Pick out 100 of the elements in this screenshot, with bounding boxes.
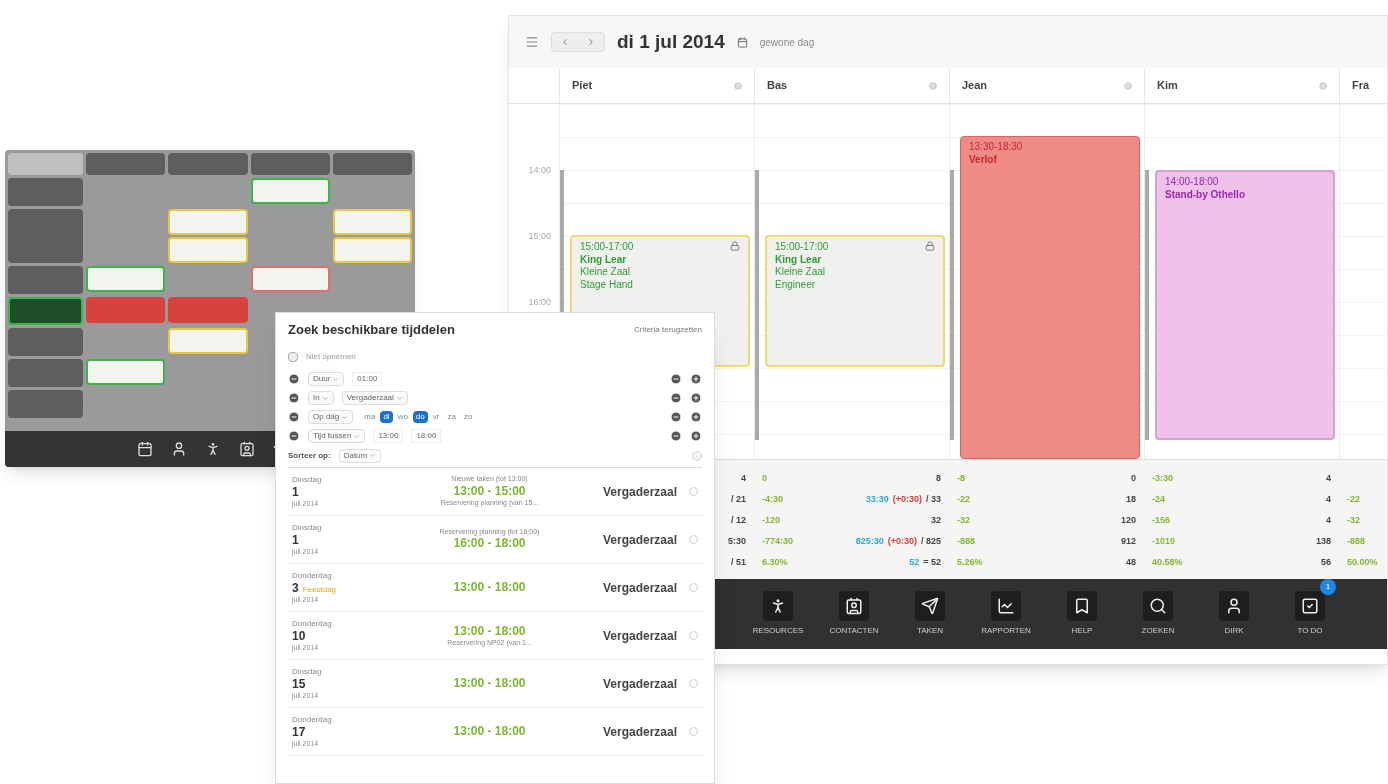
stat-total: 4 [1326, 493, 1331, 506]
day-toggle[interactable]: vr [429, 411, 443, 423]
event-time: 14:00-18:00 [1165, 176, 1220, 189]
select-field[interactable]: Tijd tussen [308, 429, 366, 443]
slot-time: 13:00 - 18:00 [453, 623, 526, 639]
radio-button[interactable] [689, 583, 698, 592]
remove-icon[interactable] [288, 373, 300, 385]
radio-button[interactable] [689, 679, 698, 688]
info-icon[interactable] [692, 450, 702, 461]
radio-button[interactable] [689, 535, 698, 544]
event-title: Verlof [969, 153, 998, 166]
select-field[interactable]: In [308, 391, 334, 405]
toolbar-icon[interactable] [205, 441, 221, 457]
toolbar-button[interactable]: TAKEN [896, 579, 964, 637]
day-toggle[interactable]: do [412, 411, 428, 423]
remove-icon[interactable] [288, 411, 300, 423]
chevron-right-icon [586, 37, 596, 47]
add-icon[interactable] [690, 392, 702, 404]
toolbar-icon [991, 591, 1021, 621]
checkbox[interactable] [288, 352, 298, 362]
date-title: di 1 jul 2014 [617, 29, 725, 54]
remove-icon[interactable] [288, 392, 300, 404]
day-number: 10 [292, 628, 306, 644]
remove-icon[interactable] [670, 392, 682, 404]
toolbar-icon [1295, 591, 1325, 621]
toolbar-icon [763, 591, 793, 621]
toolbar-icon [1067, 591, 1097, 621]
remove-icon[interactable] [670, 430, 682, 442]
add-icon[interactable] [690, 411, 702, 423]
toolbar-button[interactable]: TO DO 1 [1276, 579, 1344, 637]
radio-button[interactable] [689, 487, 698, 496]
toolbar-icon[interactable] [239, 441, 255, 457]
event-card[interactable] [168, 209, 248, 235]
room-name: Vergaderzaal [601, 627, 677, 645]
event-card[interactable] [332, 209, 412, 235]
toolbar-button[interactable]: DIRK [1200, 579, 1268, 637]
stat-value: -1010 [1152, 535, 1176, 548]
toolbar-icon[interactable] [137, 441, 153, 457]
event-card[interactable] [86, 359, 166, 385]
stat-value: -32 [1347, 514, 1360, 527]
event-card[interactable]: 15:00-17:00 King Lear Kleine Zaal Engineer [765, 235, 945, 367]
remove-icon[interactable] [670, 411, 682, 423]
add-icon[interactable] [690, 430, 702, 442]
toolbar-button[interactable]: RESOURCES [744, 579, 812, 637]
stat-value: 40.58% [1152, 556, 1183, 569]
stat-total: 32 [931, 514, 941, 527]
caret-icon [332, 375, 340, 383]
stat-total: 52 [909, 556, 920, 569]
day-toggle[interactable]: wo [394, 411, 411, 423]
value-field[interactable]: 01:00 [352, 372, 383, 386]
add-icon[interactable] [690, 373, 702, 385]
time-field[interactable]: 18:00 [411, 429, 442, 443]
day-label[interactable] [8, 297, 83, 325]
radio-button[interactable] [689, 631, 698, 640]
caret-icon [369, 452, 377, 459]
toolbar-button[interactable]: HELP [1048, 579, 1116, 637]
day-toggle[interactable]: di [380, 411, 393, 423]
event-card[interactable] [332, 237, 412, 263]
select-field[interactable]: Op dag [308, 410, 354, 424]
event-card[interactable] [168, 237, 248, 263]
weekday: Dinsdag [292, 522, 323, 533]
remove-icon[interactable] [670, 373, 682, 385]
calendar-icon[interactable] [736, 36, 748, 48]
remove-icon[interactable] [288, 430, 300, 442]
time-field[interactable]: 13:00 [373, 429, 404, 443]
toolbar-button[interactable]: CONTACTEN [820, 579, 888, 637]
day-number: 1 [292, 484, 299, 500]
stat-total: 4 [1326, 472, 1331, 485]
dialog-title: Zoek beschikbare tijddelen [288, 321, 455, 340]
stat-value: -3:30 [1152, 472, 1173, 485]
stat-total: / 825 [920, 535, 941, 548]
caret-icon [321, 394, 329, 402]
event-card[interactable] [250, 178, 330, 204]
select-field[interactable]: Vergaderzaal [341, 391, 408, 405]
stat-total: 33:30 [865, 493, 889, 506]
toolbar-icon [1219, 591, 1249, 621]
day-toggle[interactable]: zo [460, 411, 476, 423]
select-field[interactable]: Duur [308, 372, 345, 386]
toolbar-button[interactable]: ZOEKEN [1124, 579, 1192, 637]
stat-value: -8 [957, 472, 965, 485]
caret-icon [395, 394, 403, 402]
caret-icon [341, 413, 349, 421]
toolbar-button[interactable]: RAPPORTEN [972, 579, 1040, 637]
radio-button[interactable] [689, 727, 698, 736]
stat-value: -774:30 [762, 535, 794, 548]
event-card[interactable] [86, 266, 166, 292]
stat-total: (+0:30) [887, 535, 917, 548]
reset-link[interactable]: Criteria terugzetten [633, 324, 702, 336]
day-toggle[interactable]: za [444, 411, 459, 423]
day-type: gewone dag [759, 35, 815, 50]
toolbar-icon[interactable] [171, 441, 187, 457]
column-header: Bas [767, 78, 788, 94]
event-card[interactable] [168, 328, 248, 354]
select-field[interactable]: Datum [338, 448, 382, 463]
event-card[interactable]: 14:00-18:00 Stand-by Othello [1155, 170, 1335, 440]
menu-icon[interactable] [525, 35, 539, 49]
stat-total: 5:30 [728, 535, 746, 548]
event-card[interactable] [250, 266, 330, 292]
stat-value: 6.30% [762, 556, 788, 569]
day-toggle[interactable]: ma [361, 411, 379, 423]
